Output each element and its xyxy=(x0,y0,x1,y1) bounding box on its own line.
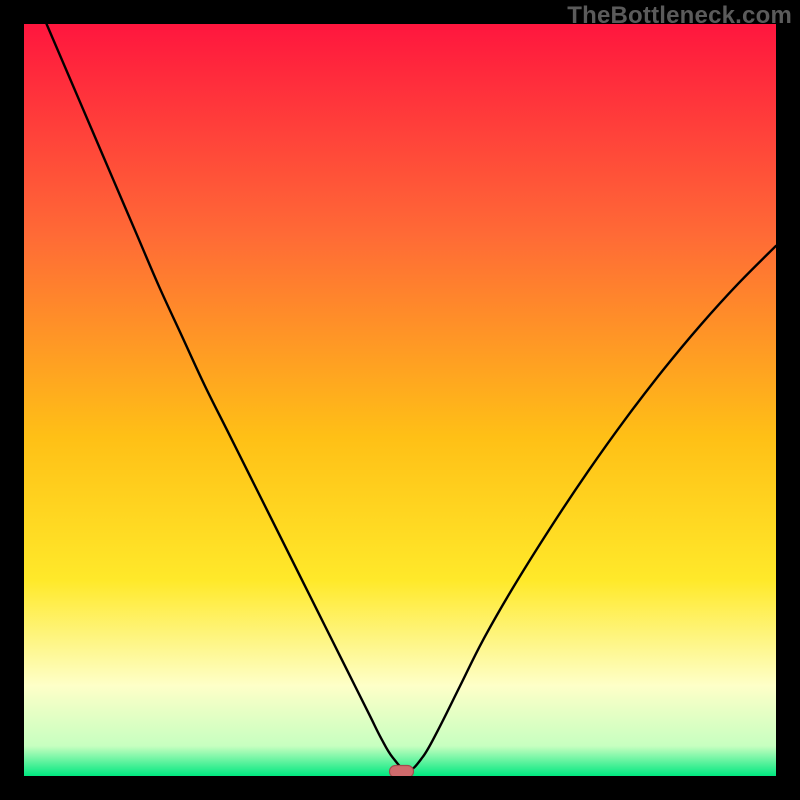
chart-svg xyxy=(24,24,776,776)
plot-area xyxy=(24,24,776,776)
gradient-background xyxy=(24,24,776,776)
chart-frame: TheBottleneck.com xyxy=(0,0,800,800)
watermark-text: TheBottleneck.com xyxy=(567,2,792,30)
minimum-marker xyxy=(390,765,414,776)
